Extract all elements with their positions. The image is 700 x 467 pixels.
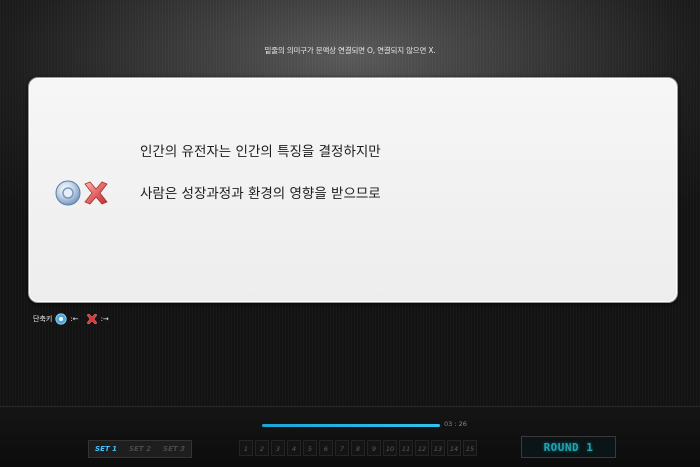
x-icon xyxy=(86,313,97,325)
shortcut-label: 단축키 xyxy=(33,315,53,323)
question-panel: 인간의 유전자는 인간의 특징을 결정하지만 사람은 성장과정과 환경의 영향을… xyxy=(28,77,678,303)
question-number-5[interactable]: 5 xyxy=(303,440,317,456)
round-indicator: ROUND 1 xyxy=(521,436,616,458)
question-number-12[interactable]: 12 xyxy=(415,440,429,456)
question-number-14[interactable]: 14 xyxy=(447,440,461,456)
o-shortcut-key: :← xyxy=(70,315,79,323)
question-number-8[interactable]: 8 xyxy=(351,440,365,456)
ox-answer-icon[interactable] xyxy=(54,179,114,207)
timer-progress-fill xyxy=(262,424,440,427)
tab-set-1[interactable]: SET 1 xyxy=(89,441,123,457)
question-number-7[interactable]: 7 xyxy=(335,440,349,456)
question-number-3[interactable]: 3 xyxy=(271,440,285,456)
question-number-9[interactable]: 9 xyxy=(367,440,381,456)
timer-readout: 03 : 26 xyxy=(444,420,467,428)
tab-set-3[interactable]: SET 3 xyxy=(157,441,191,457)
question-number-10[interactable]: 10 xyxy=(383,440,397,456)
question-number-11[interactable]: 11 xyxy=(399,440,413,456)
x-shortcut-key: :→ xyxy=(100,315,109,323)
question-number-2[interactable]: 2 xyxy=(255,440,269,456)
timer-progress-track xyxy=(262,424,440,427)
question-line-2: 사람은 성장과정과 환경의 영향을 받으므로 xyxy=(140,186,381,202)
o-x-icon[interactable] xyxy=(54,179,114,207)
shortcut-legend: 단축키 :← :→ xyxy=(33,312,109,326)
question-number-list: 1 2 3 4 5 6 7 8 9 10 11 12 13 14 15 xyxy=(239,440,477,456)
set-tabs: SET 1 SET 2 SET 3 xyxy=(88,440,192,458)
instruction-text: 밑줄의 의미구가 문맥상 연결되면 O, 연결되지 않으면 X. xyxy=(264,46,436,55)
question-number-4[interactable]: 4 xyxy=(287,440,301,456)
question-number-13[interactable]: 13 xyxy=(431,440,445,456)
question-number-15[interactable]: 15 xyxy=(463,440,477,456)
question-number-1[interactable]: 1 xyxy=(239,440,253,456)
o-icon xyxy=(55,313,67,325)
question-line-1: 인간의 유전자는 인간의 특징을 결정하지만 xyxy=(140,144,381,160)
question-number-6[interactable]: 6 xyxy=(319,440,333,456)
tab-set-2[interactable]: SET 2 xyxy=(123,441,157,457)
